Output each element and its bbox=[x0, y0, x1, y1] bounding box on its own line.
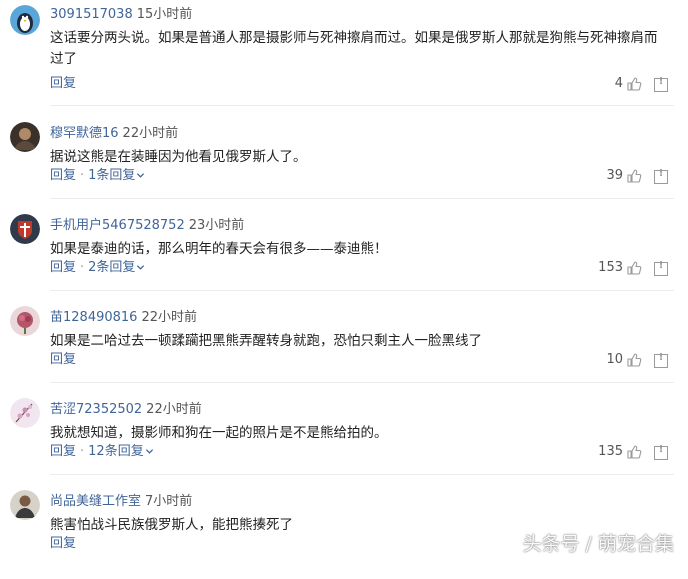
mobile-user-avatar-icon bbox=[10, 214, 40, 244]
comment-item: 穆罕默德16 22小时前 据说这熊是在装睡因为他看见俄罗斯人了。 回复 · 1条回复 … bbox=[0, 119, 688, 211]
like-control[interactable]: 10 bbox=[606, 351, 642, 369]
reply-button[interactable]: 回复 bbox=[50, 352, 76, 367]
username[interactable]: 苦涩72352502 bbox=[50, 402, 142, 417]
user-photo-avatar-icon bbox=[10, 122, 40, 152]
time-ago: 23小时前 bbox=[188, 218, 245, 233]
comment-meta: 苗128490816 22小时前 bbox=[50, 309, 197, 327]
view-replies-button[interactable]: 12条回复 bbox=[88, 444, 154, 459]
report-icon[interactable] bbox=[654, 76, 668, 92]
reply-button[interactable]: 回复 bbox=[50, 260, 76, 275]
time-ago: 22小时前 bbox=[146, 402, 202, 417]
like-control[interactable]: 135 bbox=[598, 443, 642, 461]
separator-dot: · bbox=[80, 260, 85, 275]
reply-button[interactable]: 回复 bbox=[50, 536, 76, 551]
reply-button[interactable]: 回复 bbox=[50, 444, 76, 459]
thumbs-up-icon[interactable] bbox=[626, 76, 642, 92]
like-count: 10 bbox=[606, 352, 623, 367]
time-ago: 22小时前 bbox=[122, 126, 179, 141]
divider bbox=[50, 382, 674, 383]
chevron-down-icon bbox=[137, 265, 145, 270]
like-control[interactable]: 153 bbox=[598, 259, 642, 277]
username[interactable]: 手机用户5467528752 bbox=[50, 218, 185, 233]
comment-actions: 回复 · 12条回复 bbox=[50, 443, 154, 461]
thumbs-up-icon[interactable] bbox=[626, 352, 642, 368]
comment-text: 如果是泰迪的话，那么明年的春天会有很多——泰迪熊！ bbox=[50, 241, 388, 257]
thumbs-up-icon[interactable] bbox=[626, 260, 642, 276]
comment-meta: 3091517038 15小时前 bbox=[50, 6, 192, 24]
like-control[interactable]: 4 bbox=[615, 75, 642, 93]
comment-item: 苗128490816 22小时前 如果是二哈过去一顿蹂躏把黑熊弄醒转身就跑，恐怕只… bbox=[0, 303, 688, 395]
replies-count-label: 2条回复 bbox=[88, 260, 136, 275]
comment-text: 据说这熊是在装睡因为他看见俄罗斯人了。 bbox=[50, 149, 307, 165]
comment-text: 我就想知道，摄影师和狗在一起的照片是不是熊给拍的。 bbox=[50, 425, 388, 441]
thumbs-up-icon[interactable] bbox=[626, 168, 642, 184]
avatar[interactable] bbox=[10, 5, 40, 35]
like-count: 153 bbox=[598, 260, 623, 275]
username[interactable]: 3091517038 bbox=[50, 7, 133, 22]
comment-actions: 回复 bbox=[50, 535, 76, 553]
comment-item: 3091517038 15小时前 这话要分两头说。如果是普通人那是摄影师与死神擦肩… bbox=[0, 0, 688, 106]
flower-avatar-icon bbox=[10, 306, 40, 336]
like-count: 39 bbox=[606, 168, 623, 183]
username[interactable]: 苗128490816 bbox=[50, 310, 137, 325]
comment-item: 手机用户5467528752 23小时前 如果是泰迪的话，那么明年的春天会有很多—… bbox=[0, 211, 688, 303]
comment-actions: 回复 bbox=[50, 351, 76, 369]
divider bbox=[50, 198, 674, 199]
comment-text: 如果是二哈过去一顿蹂躏把黑熊弄醒转身就跑，恐怕只剩主人一脸黑线了 bbox=[50, 333, 482, 349]
report-icon[interactable] bbox=[654, 260, 668, 276]
divider bbox=[50, 290, 674, 291]
chevron-down-icon bbox=[145, 449, 153, 454]
comment-actions: 回复 · 2条回复 bbox=[50, 259, 145, 277]
comment-meta: 穆罕默德16 22小时前 bbox=[50, 125, 178, 143]
replies-count-label: 1条回复 bbox=[88, 168, 136, 183]
avatar[interactable] bbox=[10, 398, 40, 428]
comment-meta: 手机用户5467528752 23小时前 bbox=[50, 217, 244, 235]
avatar[interactable] bbox=[10, 214, 40, 244]
reply-button[interactable]: 回复 bbox=[50, 76, 76, 91]
report-icon[interactable] bbox=[654, 352, 668, 368]
replies-count-label: 12条回复 bbox=[88, 444, 144, 459]
divider bbox=[50, 474, 674, 475]
separator-dot: · bbox=[80, 168, 85, 183]
comment-actions: 回复 · 1条回复 bbox=[50, 167, 145, 185]
view-replies-button[interactable]: 2条回复 bbox=[88, 260, 145, 275]
avatar[interactable] bbox=[10, 122, 40, 152]
comment-meta: 尚品美缝工作室 7小时前 bbox=[50, 493, 192, 511]
comment-actions: 回复 bbox=[50, 75, 76, 93]
studio-avatar-icon bbox=[10, 490, 40, 520]
separator-dot: · bbox=[80, 444, 85, 459]
penguin-avatar-icon bbox=[10, 5, 40, 35]
view-replies-button[interactable]: 1条回复 bbox=[88, 168, 145, 183]
like-control[interactable]: 39 bbox=[606, 167, 642, 185]
time-ago: 22小时前 bbox=[141, 310, 197, 325]
like-count: 4 bbox=[614, 76, 623, 91]
watermark: 头条号 / 萌宠合集 bbox=[522, 533, 674, 555]
thumbs-up-icon[interactable] bbox=[626, 444, 642, 460]
comment-item: 苦涩72352502 22小时前 我就想知道，摄影师和狗在一起的照片是不是熊给拍的… bbox=[0, 395, 688, 487]
time-ago: 15小时前 bbox=[136, 7, 193, 22]
report-icon[interactable] bbox=[654, 168, 668, 184]
divider bbox=[50, 105, 674, 106]
chevron-down-icon bbox=[137, 173, 145, 178]
avatar[interactable] bbox=[10, 306, 40, 336]
time-ago: 7小时前 bbox=[145, 494, 193, 509]
blossom-avatar-icon bbox=[10, 398, 40, 428]
report-icon[interactable] bbox=[654, 444, 668, 460]
comment-meta: 苦涩72352502 22小时前 bbox=[50, 401, 202, 419]
avatar[interactable] bbox=[10, 490, 40, 520]
username[interactable]: 尚品美缝工作室 bbox=[50, 494, 141, 509]
reply-button[interactable]: 回复 bbox=[50, 168, 76, 183]
like-count: 135 bbox=[598, 444, 623, 459]
comment-text: 这话要分两头说。如果是普通人那是摄影师与死神擦肩而过。如果是俄罗斯人那就是狗熊与… bbox=[50, 30, 658, 67]
username[interactable]: 穆罕默德16 bbox=[50, 126, 119, 141]
